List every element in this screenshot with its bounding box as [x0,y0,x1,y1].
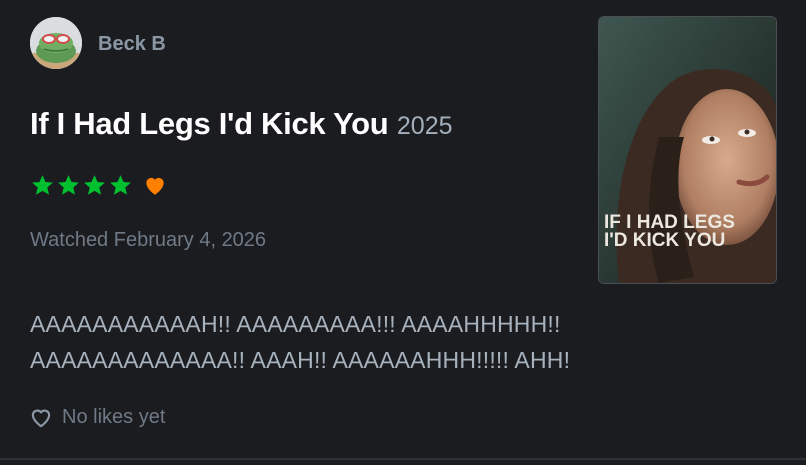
liked-heart-icon [146,177,164,195]
star-icon [58,174,79,195]
heart-outline-icon [31,409,51,428]
avatar[interactable] [30,17,82,69]
divider [0,458,806,460]
star-icon [84,174,105,195]
star-icon [32,174,53,195]
film-year[interactable]: 2025 [397,112,453,140]
star-icon [110,174,131,195]
film-title-line: If I Had Legs I'd Kick You 2025 [30,106,453,142]
film-poster[interactable]: IF I HAD LEGS I'D KICK YOU [598,16,777,284]
watched-date: Watched February 4, 2026 [30,229,267,251]
review-line: AAAAAAAAAAAAA!! AAAH!! AAAAAAHHH!!!!! AH… [30,347,571,373]
review-line: AAAAAAAAAAAH!! AAAAAAAAA!!! AAAAHHHHH!! [30,311,561,337]
frog-avatar-icon [30,17,82,69]
review-text: AAAAAAAAAAAH!! AAAAAAAAA!!! AAAAHHHHH!! … [30,306,750,378]
poster-title-line-2: I'D KICK YOU [604,230,725,251]
likes-text: No likes yet [62,405,166,428]
username[interactable]: Beck B [98,33,166,56]
poster-image: IF I HAD LEGS I'D KICK YOU [599,17,776,283]
film-title[interactable]: If I Had Legs I'd Kick You [30,106,389,141]
likes-button[interactable]: No likes yet [28,404,165,430]
rating [30,172,168,198]
